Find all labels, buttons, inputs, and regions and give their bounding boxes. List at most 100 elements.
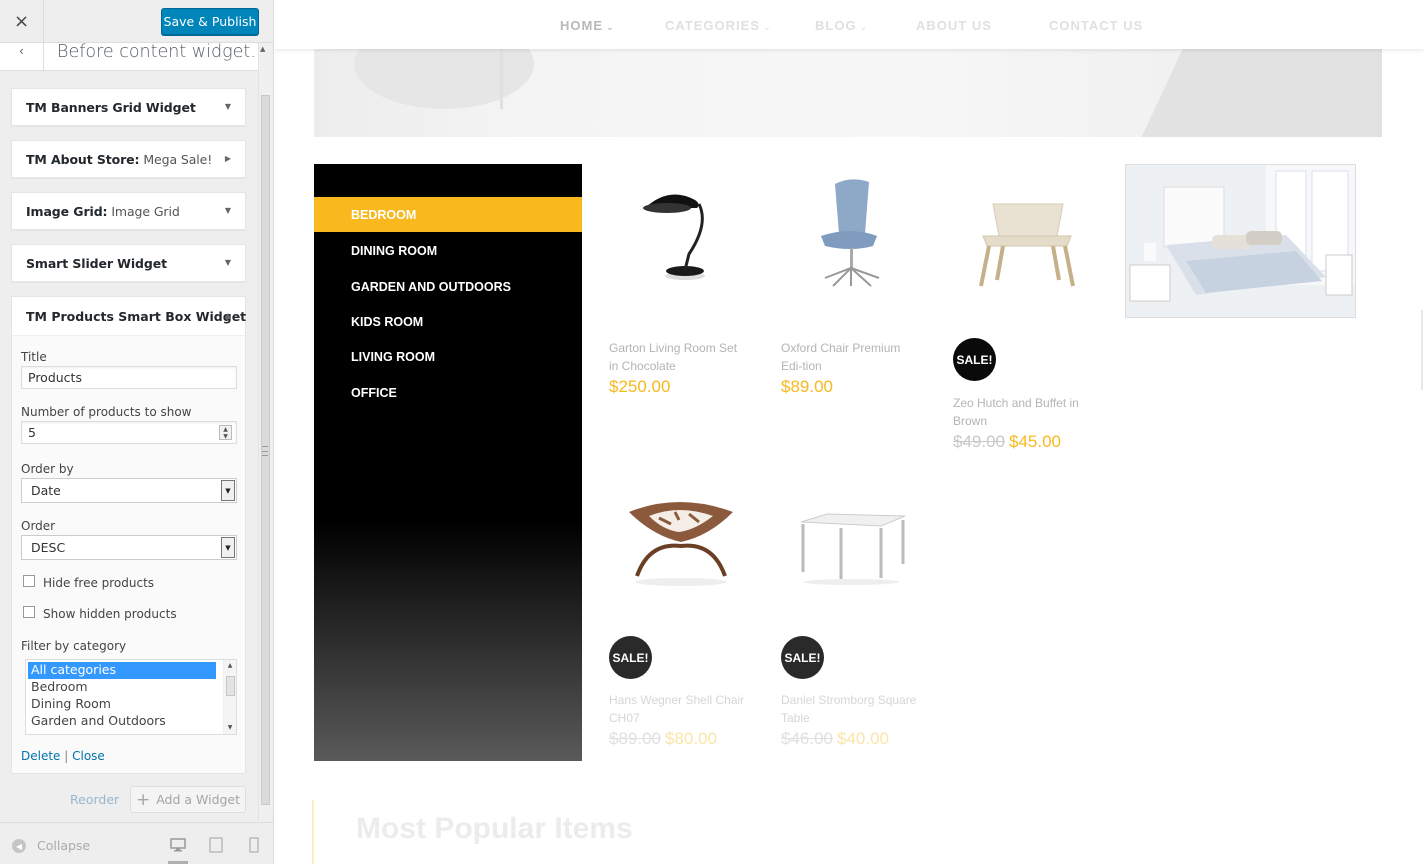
scroll-up-icon[interactable]: ▲ [260,45,265,53]
product-image[interactable] [609,472,759,612]
order-by-label: Order by [21,462,74,476]
product-name[interactable]: Oxford Chair Premium Edi-tion [781,339,921,375]
chevron-left-icon: ‹ [19,43,24,58]
product-price: $89.00 $80.00 [609,729,717,749]
order-by-select[interactable]: Date ▼ [21,478,237,503]
product-card[interactable]: Oxford Chair Premium Edi-tion $89.00 [781,164,931,404]
tablet-preview-icon[interactable] [206,835,226,855]
scroll-down-icon[interactable]: ▼ [224,722,236,734]
old-price: $49.00 [953,432,1005,451]
collapse-button[interactable]: Collapse [37,838,90,853]
category-listbox[interactable]: All categories Bedroom Dining Room Garde… [25,659,237,735]
old-price: $46.00 [781,729,833,748]
sale-badge: SALE! [609,636,652,679]
listbox-option[interactable]: All categories [27,661,217,680]
category-item-bedroom[interactable]: BEDROOM [314,197,582,232]
hero-banner-image [314,49,1382,137]
widget-smart-slider[interactable]: Smart Slider Widget ▼ [11,244,246,282]
category-item-living-room[interactable]: LIVING ROOM [314,339,582,374]
customizer-footer: ◀ Collapse [0,822,273,864]
separator: | [60,749,73,763]
chevron-down-icon: ⌄ [763,23,772,33]
category-item-kids-room[interactable]: KIDS ROOM [314,304,582,339]
chevron-down-icon: ⌄ [606,23,615,33]
caret-right-icon[interactable]: ▶ [225,154,231,163]
hide-free-label: Hide free products [43,576,155,590]
hide-free-checkbox[interactable] [23,575,35,587]
preview-scroll-edge [1421,310,1423,390]
product-image[interactable] [609,164,759,304]
site-preview: HOME ⌄ CATEGORIES ⌄ BLOG ⌄ ABOUT US CONTACT… [274,0,1424,864]
count-value: 5 [28,425,36,440]
caret-down-icon[interactable]: ▼ [225,102,231,111]
product-card[interactable]: SALE! Zeo Hutch and Buffet in Brown $49.… [953,164,1103,464]
main-navigation: HOME ⌄ CATEGORIES ⌄ BLOG ⌄ ABOUT US CONTACT… [274,0,1424,49]
category-item-garden[interactable]: GARDEN AND OUTDOORS [314,269,582,304]
order-select[interactable]: DESC ▼ [21,535,237,560]
listbox-option[interactable]: Bedroom [28,679,216,696]
widget-title: TM About Store: Mega Sale! [26,152,213,167]
title-input[interactable]: Products [21,366,237,389]
customizer-sidebar: × Save & Publish ‹ Before content widget… [0,0,274,864]
banner-shape [1136,49,1382,137]
product-image[interactable] [953,164,1103,304]
nav-blog[interactable]: BLOG ⌄ [815,18,868,33]
caret-down-icon[interactable]: ▼ [225,206,231,215]
product-name[interactable]: Daniel Stromborg Square Table [781,691,921,727]
bedroom-image[interactable] [1125,164,1356,318]
scroll-up-icon[interactable]: ▲ [224,660,236,672]
product-card[interactable]: SALE! Daniel Stromborg Square Table $46.… [781,472,931,762]
show-hidden-checkbox[interactable] [23,606,35,618]
nav-home[interactable]: HOME ⌄ [560,18,615,33]
widget-title: Image Grid: Image Grid [26,204,180,219]
count-label: Number of products to show [21,405,192,419]
category-item-office[interactable]: OFFICE [314,375,582,410]
widget-banners-grid[interactable]: TM Banners Grid Widget ▼ [11,88,246,126]
listbox-option[interactable]: Garden and Outdoors [28,713,216,730]
product-card[interactable]: Garton Living Room Set in Chocolate $250… [609,164,759,404]
widget-header[interactable]: TM Products Smart Box Widget ▲ [12,297,247,336]
nav-categories[interactable]: CATEGORIES ⌄ [665,18,772,33]
back-button[interactable]: ‹ [0,43,44,71]
resize-grip-icon[interactable] [262,446,268,456]
product-card[interactable]: SALE! Hans Wegner Shell Chair CH07 $89.0… [609,472,759,762]
product-name[interactable]: Garton Living Room Set in Chocolate [609,339,749,375]
spinner-arrows-icon[interactable]: ▲ ▼ [219,425,232,440]
product-image[interactable] [781,472,931,612]
add-widget-button[interactable]: + Add a Widget [130,786,246,813]
category-item-dining-room[interactable]: DINING ROOM [314,233,582,268]
delete-link[interactable]: Delete [21,749,60,763]
reorder-link[interactable]: Reorder [70,792,119,807]
listbox-option[interactable]: Dining Room [28,696,216,713]
product-image[interactable] [781,164,931,304]
widget-form: Title Products Number of products to sho… [12,336,245,773]
dropdown-arrow-icon: ▼ [221,537,235,558]
close-link[interactable]: Close [72,749,105,763]
widgets-panel: ‹ Before content widget... TM Banners Gr… [0,43,258,821]
order-label: Order [21,519,56,533]
product-price: $46.00 $40.00 [781,729,889,749]
close-customizer-button[interactable]: × [0,0,44,43]
nav-about-us[interactable]: ABOUT US [916,18,992,33]
mobile-preview-icon[interactable] [244,835,264,855]
count-stepper[interactable]: 5 ▲ ▼ [21,421,237,444]
sale-price: $80.00 [665,729,717,748]
widget-about-store[interactable]: TM About Store: Mega Sale! ▶ [11,140,246,178]
section-accent-bar [312,800,314,864]
close-icon: × [13,11,30,32]
listbox-scrollbar[interactable]: ▲ ▼ [223,660,236,734]
desktop-preview-icon[interactable] [168,835,188,864]
product-name[interactable]: Zeo Hutch and Buffet in Brown [953,394,1093,430]
product-name[interactable]: Hans Wegner Shell Chair CH07 [609,691,749,727]
plus-icon: + [135,789,151,810]
caret-down-icon[interactable]: ▼ [225,258,231,267]
widget-title: TM Products Smart Box Widget [26,309,247,324]
sale-badge: SALE! [953,338,996,381]
widget-image-grid[interactable]: Image Grid: Image Grid ▼ [11,192,246,230]
save-publish-button[interactable]: Save & Publish [161,8,259,35]
nav-contact-us[interactable]: CONTACT US [1049,18,1143,33]
sidebar-scrollbar[interactable]: ▲ [258,43,272,821]
scroll-thumb[interactable] [226,676,235,696]
collapse-icon[interactable]: ◀ [12,839,26,853]
caret-up-icon[interactable]: ▲ [225,311,231,320]
